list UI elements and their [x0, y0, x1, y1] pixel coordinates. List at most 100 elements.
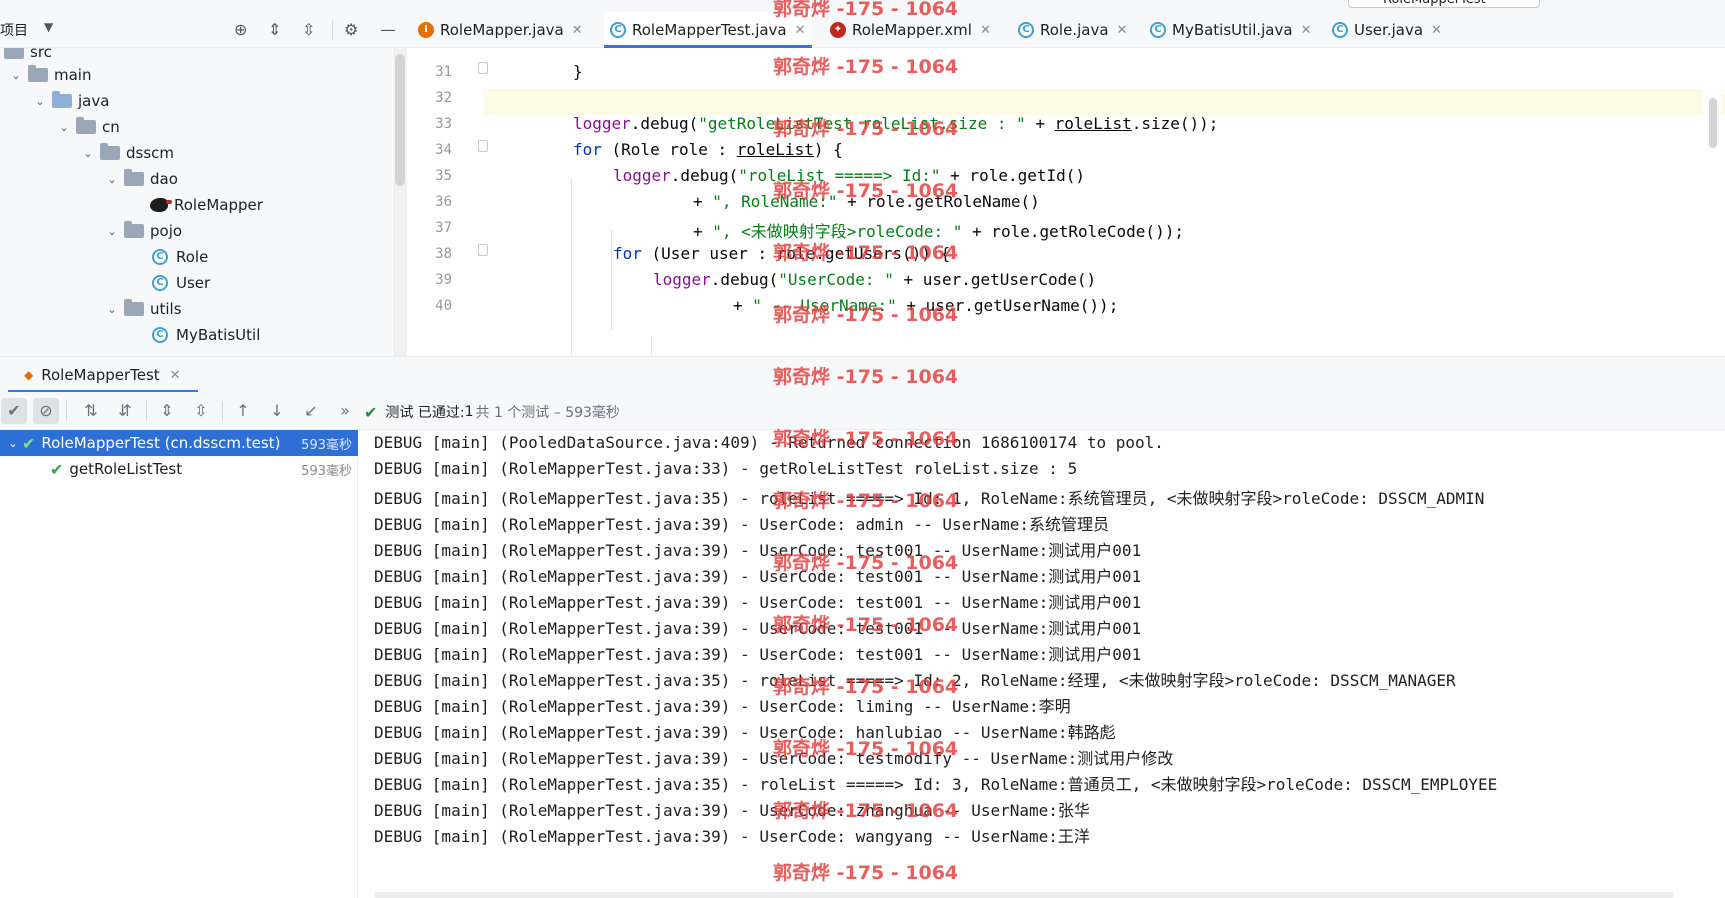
- class-icon: C: [1018, 22, 1034, 38]
- package-icon: [124, 299, 144, 316]
- tree-item-java[interactable]: ⌄ java: [32, 89, 109, 113]
- locate-file-icon[interactable]: ⊕: [234, 20, 247, 39]
- chevron-down-icon[interactable]: ⌄: [104, 225, 120, 238]
- console-horizontal-scrollbar[interactable]: [374, 892, 1674, 898]
- collapse-all-icon[interactable]: ⇳: [188, 398, 214, 424]
- chevron-down-icon[interactable]: ⌄: [8, 69, 24, 82]
- tab-user-java[interactable]: C User.java ✕: [1332, 12, 1442, 48]
- tree-item-mybatisutil[interactable]: C MyBatisUtil: [148, 323, 260, 347]
- class-icon: C: [152, 249, 168, 265]
- expand-all-icon[interactable]: ⇕: [268, 20, 281, 39]
- close-icon[interactable]: ✕: [980, 23, 991, 38]
- chevron-down-icon[interactable]: ⌄: [32, 95, 48, 108]
- chevron-down-icon[interactable]: ⌄: [4, 437, 22, 450]
- tree-scrollbar[interactable]: [393, 48, 407, 356]
- tree-item-rolemapper[interactable]: RoleMapper: [146, 193, 263, 217]
- source-folder-icon: [52, 91, 72, 108]
- tab-role-java[interactable]: C Role.java ✕: [1018, 12, 1127, 48]
- tab-rolemapper-java[interactable]: I RoleMapper.java ✕: [418, 12, 583, 48]
- line-number: 39: [435, 272, 452, 288]
- tab-run-rolemappertest[interactable]: ◆ RoleMapperTest ✕: [8, 357, 198, 393]
- console-line: DEBUG [main] (RoleMapperTest.java:39) - …: [374, 645, 1142, 664]
- tab-label: RoleMapper.java: [440, 21, 564, 39]
- watermark: 郭奇烨 -175 - 1064: [773, 366, 959, 388]
- folder-icon: [4, 48, 24, 59]
- tab-mybatisutil-java[interactable]: C MyBatisUtil.java ✕: [1150, 12, 1311, 48]
- console-line: DEBUG [main] (PooledDataSource.java:409)…: [374, 433, 1164, 452]
- sort-alphabetically-icon[interactable]: ⇅: [78, 398, 104, 424]
- current-line-highlight: [408, 89, 1725, 115]
- project-view-title[interactable]: 项目: [0, 20, 28, 40]
- tree-item-dao[interactable]: ⌄ dao: [104, 167, 178, 191]
- package-icon: [124, 221, 144, 238]
- close-icon[interactable]: ✕: [1301, 23, 1312, 38]
- package-icon: [124, 169, 144, 186]
- console-output[interactable]: DEBUG [main] (PooledDataSource.java:409)…: [359, 430, 1725, 898]
- watermark: 郭奇烨 -175 - 1064: [773, 242, 959, 264]
- line-number: 31: [435, 64, 452, 80]
- run-configuration-selector[interactable]: RoleMapperTest: [1348, 0, 1540, 8]
- tree-item-utils[interactable]: ⌄ utils: [104, 297, 182, 321]
- console-line: DEBUG [main] (RoleMapperTest.java:39) - …: [374, 567, 1142, 586]
- tree-item-role[interactable]: C Role: [148, 245, 208, 269]
- fold-marker-icon[interactable]: [478, 140, 488, 152]
- watermark: 郭奇烨 -175 - 1064: [773, 800, 959, 822]
- test-suite-row[interactable]: ⌄ ✔ RoleMapperTest (cn.dsscm.test) 593毫秒: [0, 430, 358, 456]
- sort-by-duration-icon[interactable]: ⇵: [112, 398, 138, 424]
- close-icon[interactable]: ✕: [170, 368, 181, 383]
- previous-failed-icon[interactable]: ↑: [230, 398, 256, 424]
- line-number: 36: [435, 194, 452, 210]
- tree-item-user[interactable]: C User: [148, 271, 210, 295]
- tree-item-dsscm[interactable]: ⌄ dsscm: [80, 141, 174, 165]
- chevron-down-icon[interactable]: ⌄: [104, 173, 120, 186]
- status-label: 测试 已通过:: [385, 405, 465, 421]
- class-icon: C: [152, 275, 168, 291]
- console-line: DEBUG [main] (RoleMapperTest.java:39) - …: [374, 827, 1090, 846]
- test-results-tree: ⌄ ✔ RoleMapperTest (cn.dsscm.test) 593毫秒…: [0, 430, 358, 898]
- package-icon: [100, 143, 120, 160]
- line-number: 38: [435, 246, 452, 262]
- tab-label: RoleMapper.xml: [852, 21, 972, 39]
- code-line-31: }: [573, 62, 583, 81]
- fold-marker-icon[interactable]: [478, 244, 488, 256]
- chevron-down-icon[interactable]: ⌄: [80, 147, 96, 160]
- show-passed-icon[interactable]: ✔: [1, 398, 27, 424]
- console-line: DEBUG [main] (RoleMapperTest.java:39) - …: [374, 593, 1142, 612]
- hide-panel-icon[interactable]: —: [380, 20, 396, 39]
- console-line: DEBUG [main] (RoleMapperTest.java:39) - …: [374, 697, 1071, 716]
- tree-item-cn[interactable]: ⌄ cn: [56, 115, 120, 139]
- import-tests-icon[interactable]: ↙: [298, 398, 324, 424]
- fold-marker-icon[interactable]: [478, 62, 488, 74]
- line-number: 33: [435, 116, 452, 132]
- passed-icon: ✔: [22, 433, 36, 453]
- code-editor[interactable]: 31 32 33 34 35 36 37 38 39 40 } logger.d…: [408, 48, 1725, 356]
- editor-scrollbar[interactable]: [1703, 48, 1721, 356]
- collapse-all-icon[interactable]: ⇳: [302, 20, 315, 39]
- expand-all-icon[interactable]: ⇕: [154, 398, 180, 424]
- line-number: 40: [435, 298, 452, 314]
- more-actions-icon[interactable]: »: [332, 398, 358, 424]
- close-icon[interactable]: ✕: [795, 23, 806, 38]
- line-number: 37: [435, 220, 452, 236]
- passed-icon: ✔: [50, 459, 64, 479]
- watermark: 郭奇烨 -175 - 1064: [773, 676, 959, 698]
- watermark: 郭奇烨 -175 - 1064: [773, 552, 959, 574]
- console-line: DEBUG [main] (RoleMapperTest.java:39) - …: [374, 515, 1110, 534]
- close-icon[interactable]: ✕: [1117, 23, 1128, 38]
- chevron-down-icon[interactable]: ⌄: [104, 303, 120, 316]
- mybatis-xml-icon: ✦: [830, 22, 846, 38]
- tree-item-main[interactable]: ⌄ main: [8, 63, 91, 87]
- console-line: DEBUG [main] (RoleMapperTest.java:39) - …: [374, 541, 1142, 560]
- tree-item-src[interactable]: src: [0, 48, 52, 64]
- class-icon: C: [152, 327, 168, 343]
- close-icon[interactable]: ✕: [1431, 23, 1442, 38]
- close-icon[interactable]: ✕: [572, 23, 583, 38]
- tree-item-pojo[interactable]: ⌄ pojo: [104, 219, 182, 243]
- chevron-down-icon[interactable]: ▼: [44, 20, 53, 34]
- test-case-row[interactable]: ✔ getRoleListTest 593毫秒: [0, 456, 358, 482]
- run-config-icon: ◆: [24, 368, 34, 382]
- chevron-down-icon[interactable]: ⌄: [56, 121, 72, 134]
- show-ignored-icon[interactable]: ⊘: [33, 398, 59, 424]
- next-failed-icon[interactable]: ↓: [264, 398, 290, 424]
- gear-icon[interactable]: ⚙: [344, 20, 358, 39]
